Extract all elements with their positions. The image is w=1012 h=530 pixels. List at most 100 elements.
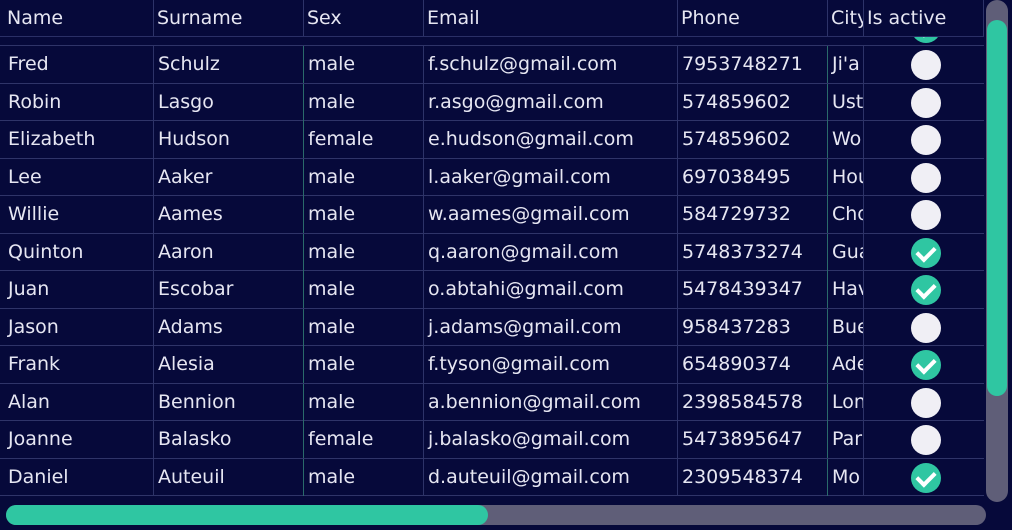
table-row[interactable]: Lee Aaker male l.aaker@gmail.com 697038495 Ho… xyxy=(0,158,984,196)
cell-surname: Schulz xyxy=(154,46,304,83)
cell-name: Fred xyxy=(4,46,154,83)
cell-city: Wo xyxy=(828,121,864,158)
cell-city: Hav xyxy=(828,271,864,308)
cell-sex: male xyxy=(304,83,424,121)
table-row[interactable]: Joanne Balasko female j.balasko@gmail.com 54… xyxy=(0,421,984,459)
cell-city: Ji'a xyxy=(828,46,864,83)
cell-phone: 697038495 xyxy=(678,158,828,196)
cell-surname: Aaker xyxy=(154,158,304,196)
inactive-toggle-icon[interactable] xyxy=(911,425,941,455)
cell-phone: 654890374 xyxy=(678,346,828,383)
active-check-icon[interactable] xyxy=(911,275,941,305)
cell-surname: Aaron xyxy=(154,233,304,271)
table-row[interactable]: Quinton Aaron male q.aaron@gmail.com 5748373… xyxy=(0,233,984,271)
cell-surname: Alesia xyxy=(154,346,304,383)
inactive-toggle-icon[interactable] xyxy=(911,87,941,118)
table-row[interactable]: Juan Escobar male o.abtahi@gmail.com 5478439… xyxy=(0,271,984,309)
cell-sex: male xyxy=(304,196,424,233)
cell-city: Hou xyxy=(828,158,864,196)
cell-sex: male xyxy=(304,383,424,421)
inactive-toggle-icon[interactable] xyxy=(911,162,941,193)
table-row[interactable]: Frank Alesia male f.tyson@gmail.com 65489037… xyxy=(0,346,984,384)
cell-name: Daniel xyxy=(4,458,154,496)
cell-surname: Auteuil xyxy=(154,458,304,496)
cell-city: Par xyxy=(828,421,864,458)
horizontal-scrollbar-thumb[interactable] xyxy=(6,505,488,525)
column-header-sex[interactable]: Sex xyxy=(304,0,424,36)
inactive-toggle-icon[interactable] xyxy=(911,312,941,343)
cell-phone: 574859602 xyxy=(678,83,828,121)
vertical-scrollbar-thumb[interactable] xyxy=(987,20,1007,396)
cell-surname: Adams xyxy=(154,308,304,346)
cell-sex: male xyxy=(304,46,424,83)
cell-city: Lon xyxy=(828,383,864,421)
table-row[interactable]: Robin Lasgo male r.asgo@gmail.com 574859602 U… xyxy=(0,83,984,121)
cell-surname: Bennion xyxy=(154,383,304,421)
cell-name: Jason xyxy=(4,308,154,346)
inactive-toggle-icon[interactable] xyxy=(911,125,941,155)
cell-email: f.tyson@gmail.com xyxy=(424,346,678,383)
cell-name: Joanne xyxy=(4,421,154,458)
column-header-city[interactable]: City xyxy=(828,0,864,36)
table-row[interactable]: Fred Schulz male f.schulz@gmail.com 79537482… xyxy=(0,46,984,84)
cell-surname: Balasko xyxy=(154,421,304,458)
table-row[interactable]: Alan Bennion male a.bennion@gmail.com 239858… xyxy=(0,383,984,421)
cell-sex: male xyxy=(304,233,424,271)
cell-phone: 958437283 xyxy=(678,308,828,346)
cell-city: Ade xyxy=(828,346,864,383)
cell-phone: 2398584578 xyxy=(678,383,828,421)
cell-email: f.schulz@gmail.com xyxy=(424,46,678,83)
cell-name: Juan xyxy=(4,271,154,308)
column-header-phone[interactable]: Phone xyxy=(678,0,828,36)
active-check-icon[interactable] xyxy=(911,350,941,380)
cell-city: Mo xyxy=(828,458,864,496)
cell-name: Lee xyxy=(4,158,154,196)
grid-header: NameSurnameSexEmailPhoneCityIs active xyxy=(0,0,984,37)
column-header-name[interactable]: Name xyxy=(4,0,154,36)
cell-email: j.adams@gmail.com xyxy=(424,308,678,346)
table-row[interactable]: Jason Adams male j.adams@gmail.com 958437283… xyxy=(0,308,984,346)
cell-phone: 584729732 xyxy=(678,196,828,233)
cell-phone: 5478439347 xyxy=(678,271,828,308)
cell-sex: female xyxy=(304,121,424,158)
cell-email: r.asgo@gmail.com xyxy=(424,83,678,121)
cell-email: l.aaker@gmail.com xyxy=(424,158,678,196)
cell-email: d.auteuil@gmail.com xyxy=(424,458,678,496)
inactive-toggle-icon[interactable] xyxy=(911,200,941,230)
table-row[interactable]: Willie Aames male w.aames@gmail.com 58472973… xyxy=(0,196,984,234)
cell-name: Quinton xyxy=(4,233,154,271)
active-check-icon[interactable] xyxy=(911,237,941,268)
column-header-surname[interactable]: Surname xyxy=(154,0,304,36)
cell-sex: male xyxy=(304,158,424,196)
cell-city: Cho xyxy=(828,196,864,233)
data-grid: Fred Schulz male f.schulz@gmail.com 79537482… xyxy=(0,0,984,502)
cell-surname: Lasgo xyxy=(154,83,304,121)
inactive-toggle-icon[interactable] xyxy=(911,50,941,80)
cell-name: Frank xyxy=(4,346,154,383)
cell-phone: 5748373274 xyxy=(678,233,828,271)
cell-sex: male xyxy=(304,346,424,383)
table-row[interactable]: Elizabeth Hudson female e.hudson@gmail.com 5… xyxy=(0,121,984,159)
cell-phone: 574859602 xyxy=(678,121,828,158)
cell-email: j.balasko@gmail.com xyxy=(424,421,678,458)
column-header-email[interactable]: Email xyxy=(424,0,678,36)
cell-sex: male xyxy=(304,308,424,346)
cell-surname: Aames xyxy=(154,196,304,233)
scrollbar-corner xyxy=(986,502,1012,530)
cell-email: a.bennion@gmail.com xyxy=(424,383,678,421)
cell-email: e.hudson@gmail.com xyxy=(424,121,678,158)
column-header-is-active[interactable]: Is active xyxy=(864,0,984,36)
cell-surname: Hudson xyxy=(154,121,304,158)
cell-city: Ust xyxy=(828,83,864,121)
cell-city: Bue xyxy=(828,308,864,346)
active-check-icon[interactable] xyxy=(911,462,941,493)
table-row[interactable]: Daniel Auteuil male d.auteuil@gmail.com 2309… xyxy=(0,458,984,496)
inactive-toggle-icon[interactable] xyxy=(911,387,941,418)
cell-surname: Escobar xyxy=(154,271,304,308)
cell-name: Robin xyxy=(4,83,154,121)
cell-city: Gua xyxy=(828,233,864,271)
cell-phone: 5473895647 xyxy=(678,421,828,458)
cell-email: o.abtahi@gmail.com xyxy=(424,271,678,308)
cell-sex: male xyxy=(304,271,424,308)
cell-name: Willie xyxy=(4,196,154,233)
